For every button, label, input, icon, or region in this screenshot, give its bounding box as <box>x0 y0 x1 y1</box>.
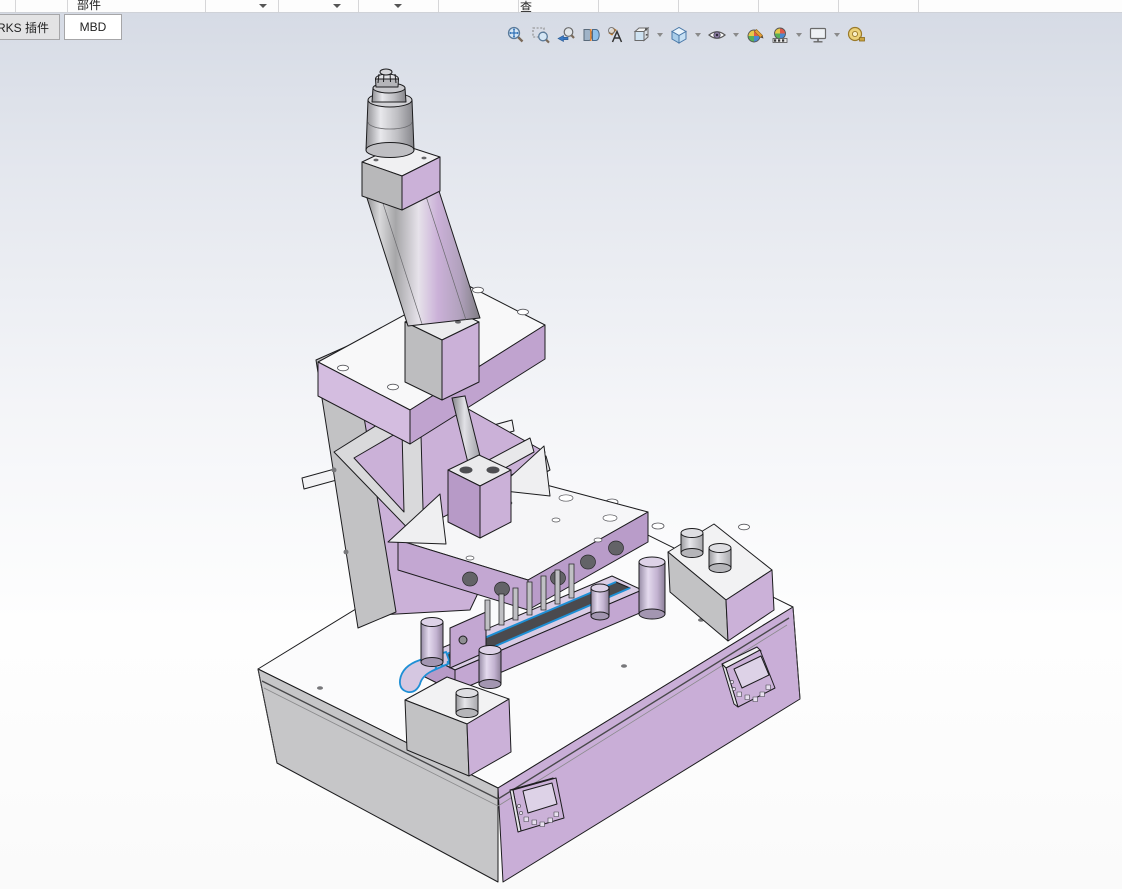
chevron-down-icon[interactable] <box>259 4 267 8</box>
palm-button[interactable] <box>708 543 732 573</box>
measure-icon[interactable] <box>845 24 867 46</box>
menu-item-view[interactable]: 查 <box>520 0 532 12</box>
zoom-to-area-icon[interactable] <box>530 24 552 46</box>
apply-scene-dropdown[interactable] <box>794 24 804 46</box>
chevron-down-icon[interactable] <box>394 4 402 8</box>
apply-scene-icon[interactable] <box>769 24 791 46</box>
palm-button[interactable] <box>680 528 704 558</box>
palm-button[interactable] <box>455 688 479 718</box>
display-style-icon[interactable] <box>668 24 690 46</box>
menu-item-component[interactable]: 部件 <box>77 0 101 12</box>
adjustment-knob[interactable] <box>375 68 399 88</box>
tab-mbd[interactable]: MBD <box>64 14 122 40</box>
chevron-down-icon[interactable] <box>333 4 341 8</box>
edit-appearance-icon[interactable] <box>744 24 766 46</box>
tab-solidworks-addins[interactable]: ORKS 插件 <box>0 14 60 40</box>
cylinder-tube[interactable] <box>365 187 481 327</box>
heads-up-view-toolbar <box>505 24 870 46</box>
dynamic-annotation-views-icon[interactable] <box>605 24 627 46</box>
command-manager-strip: 部件 查 <box>0 0 1122 13</box>
previous-view-icon[interactable] <box>555 24 577 46</box>
air-cylinder[interactable] <box>365 68 415 158</box>
hide-show-items-dropdown[interactable] <box>731 24 741 46</box>
hide-show-items-icon[interactable] <box>706 24 728 46</box>
view-settings-dropdown[interactable] <box>832 24 842 46</box>
rod-coupler[interactable] <box>447 454 512 539</box>
assembly-model[interactable] <box>0 13 1122 889</box>
graphics-viewport[interactable] <box>0 13 1122 889</box>
view-settings-icon[interactable] <box>807 24 829 46</box>
view-orientation-dropdown[interactable] <box>655 24 665 46</box>
view-orientation-icon[interactable] <box>630 24 652 46</box>
display-style-dropdown[interactable] <box>693 24 703 46</box>
section-view-icon[interactable] <box>580 24 602 46</box>
zoom-to-fit-icon[interactable] <box>505 24 527 46</box>
solidworks-window: { "menubar": { "component_label": "部件", … <box>0 0 1122 889</box>
